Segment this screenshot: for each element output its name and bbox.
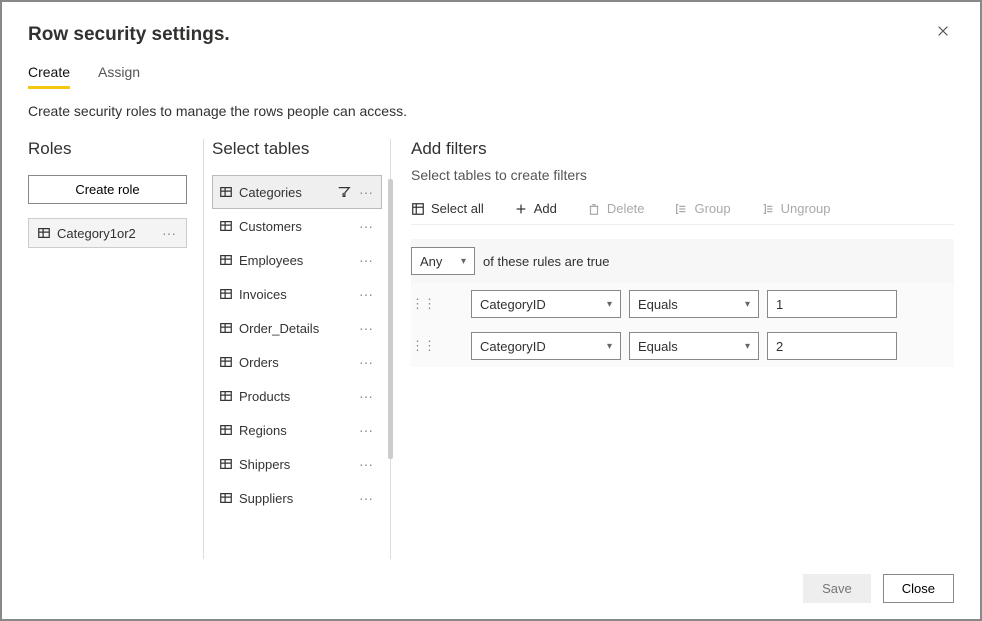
table-label: Suppliers [239,491,293,506]
roles-heading: Roles [28,139,187,159]
table-icon [219,185,233,199]
table-label: Customers [239,219,302,234]
table-item-shippers[interactable]: Shippers ··· [212,447,382,481]
grip-icon[interactable]: ⋮⋮ [411,296,433,312]
table-icon [219,321,233,335]
grip-icon[interactable]: ⋮⋮ [411,338,433,354]
close-button[interactable]: Close [883,574,954,603]
table-item-products[interactable]: Products ··· [212,379,382,413]
chevron-down-icon: ▾ [745,341,750,352]
table-item-orderdetails[interactable]: Order_Details ··· [212,311,382,345]
filters-subheading: Select tables to create filters [411,167,954,183]
plus-icon [514,202,528,216]
table-label: Orders [239,355,279,370]
add-button[interactable]: Add [514,199,557,218]
table-item-customers[interactable]: Customers ··· [212,209,382,243]
chevron-down-icon: ▾ [607,341,612,352]
more-icon[interactable]: ··· [357,320,375,336]
more-icon[interactable]: ··· [357,388,375,404]
table-label: Employees [239,253,303,268]
more-icon[interactable]: ··· [357,184,375,200]
table-item-regions[interactable]: Regions ··· [212,413,382,447]
rule-field-select[interactable]: CategoryID▾ [471,332,621,360]
group-button: Group [674,199,730,218]
rule-row: ⋮⋮ CategoryID▾ Equals▾ 2 [411,325,954,367]
filters-toolbar: Select all Add Delete Group Ungroup [411,199,954,225]
rule-value-input[interactable]: 1 [767,290,897,318]
combiner-select[interactable]: Any ▾ [411,247,475,275]
rule-row: ⋮⋮ CategoryID▾ Equals▾ 1 [411,283,954,325]
table-icon [219,423,233,437]
more-icon[interactable]: ··· [357,456,375,472]
close-icon[interactable] [932,24,954,43]
table-item-categories[interactable]: Categories ··· [212,175,382,209]
more-icon[interactable]: ··· [357,354,375,370]
dialog-description: Create security roles to manage the rows… [28,103,954,119]
table-item-invoices[interactable]: Invoices ··· [212,277,382,311]
more-icon[interactable]: ··· [357,422,375,438]
save-button[interactable]: Save [803,574,871,603]
more-icon[interactable]: ··· [357,286,375,302]
table-item-orders[interactable]: Orders ··· [212,345,382,379]
rule-operator-select[interactable]: Equals▾ [629,290,759,318]
table-icon [219,355,233,369]
table-icon [219,219,233,233]
table-icon [219,253,233,267]
more-icon[interactable]: ··· [160,225,178,241]
chevron-down-icon: ▾ [745,299,750,310]
tables-heading: Select tables [212,139,382,159]
more-icon[interactable]: ··· [357,252,375,268]
table-icon [219,491,233,505]
tab-create[interactable]: Create [28,64,70,89]
scrollbar[interactable] [388,179,393,499]
role-name: Category1or2 [57,226,136,241]
table-label: Categories [239,185,302,200]
table-icon [219,457,233,471]
combiner-suffix: of these rules are true [483,254,609,269]
group-icon [674,202,688,216]
more-icon[interactable]: ··· [357,218,375,234]
table-icon [219,287,233,301]
tab-assign[interactable]: Assign [98,64,140,89]
filters-heading: Add filters [411,139,954,159]
select-all-icon [411,202,425,216]
table-icon [37,226,51,240]
table-label: Order_Details [239,321,319,336]
ungroup-button: Ungroup [761,199,831,218]
more-icon[interactable]: ··· [357,490,375,506]
create-role-button[interactable]: Create role [28,175,187,204]
rule-operator-select[interactable]: Equals▾ [629,332,759,360]
ungroup-icon [761,202,775,216]
tabs: Create Assign [28,64,954,89]
role-item[interactable]: Category1or2 ··· [28,218,187,248]
rule-value-input[interactable]: 2 [767,332,897,360]
select-all-button[interactable]: Select all [411,199,484,218]
delete-button: Delete [587,199,645,218]
chevron-down-icon: ▾ [607,299,612,310]
table-label: Shippers [239,457,290,472]
table-item-suppliers[interactable]: Suppliers ··· [212,481,382,515]
table-label: Invoices [239,287,287,302]
table-label: Regions [239,423,287,438]
table-label: Products [239,389,290,404]
table-list: Categories ··· Customers ··· Employees ·… [212,175,382,515]
rule-field-select[interactable]: CategoryID▾ [471,290,621,318]
table-icon [219,389,233,403]
table-item-employees[interactable]: Employees ··· [212,243,382,277]
trash-icon [587,202,601,216]
chevron-down-icon: ▾ [461,256,466,267]
filter-icon [337,185,351,199]
dialog-title: Row security settings. [28,24,230,46]
